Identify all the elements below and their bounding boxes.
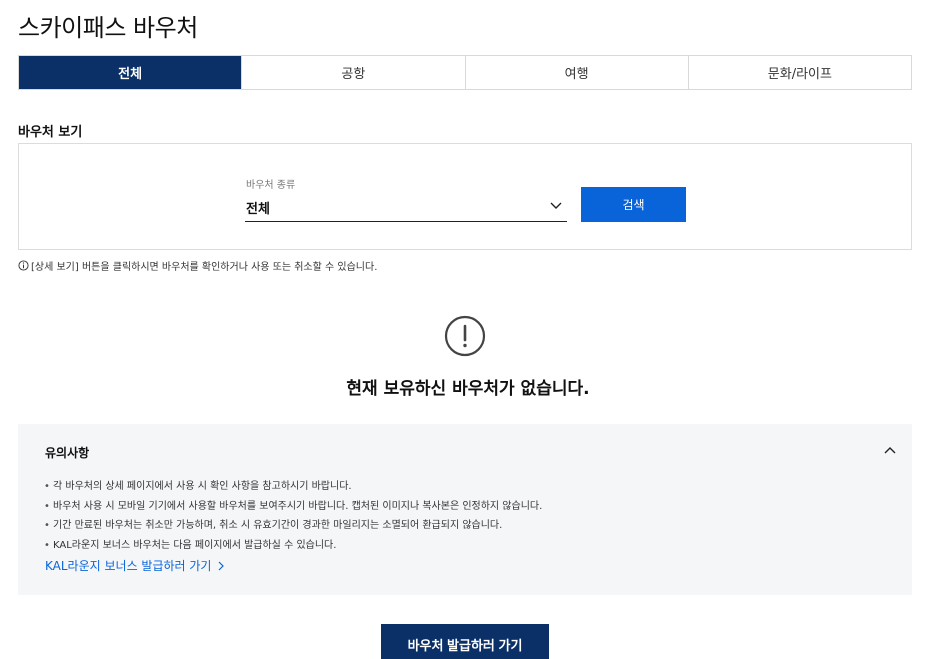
info-note: [상세 보기] 버튼을 클릭하시면 바우처를 확인하거나 사용 또는 취소할 수… [18,258,377,273]
tab-label: 전체 [118,67,143,82]
chevron-down-icon [550,202,562,209]
voucher-type-value: 전체 [246,202,270,217]
chevron-right-icon [219,561,225,570]
voucher-type-label: 바우처 종류 [246,180,296,191]
notice-list: 각 바우처의 상세 페이지에서 사용 시 확인 사항을 참고하시기 바랍니다. … [44,477,542,555]
tab-label: 여행 [564,67,589,82]
kal-lounge-bonus-link[interactable]: KAL라운지 보너스 발급하러 가기 [45,557,225,574]
tab-travel[interactable]: 여행 [464,56,688,89]
page-title: 스카이패스 바우처 [18,14,198,42]
voucher-search-panel: 바우처 종류 전체 검색 [18,143,912,250]
notice-item: 각 바우처의 상세 페이지에서 사용 시 확인 사항을 참고하시기 바랍니다. [44,477,542,497]
empty-state-message: 현재 보유하신 바우처가 없습니다. [346,379,590,399]
tab-label: 공항 [341,67,366,82]
notice-item: 기간 만료된 바우처는 취소만 가능하며, 취소 시 유효기간이 경과한 마일리… [44,516,542,536]
info-circle-icon [18,260,29,271]
issue-voucher-button[interactable]: 바우처 발급하러 가기 [381,624,549,659]
tab-label: 문화/라이프 [767,67,832,82]
tab-culture-life[interactable]: 문화/라이프 [687,56,911,89]
notice-panel: 유의사항 각 바우처의 상세 페이지에서 사용 시 확인 사항을 참고하시기 바… [18,424,912,595]
category-tabs: 전체 공항 여행 문화/라이프 [18,55,912,90]
chevron-up-icon[interactable] [882,442,898,458]
search-button[interactable]: 검색 [581,187,686,222]
info-note-text: [상세 보기] 버튼을 클릭하시면 바우처를 확인하거나 사용 또는 취소할 수… [31,262,378,273]
tab-all[interactable]: 전체 [19,56,242,89]
voucher-type-select[interactable]: 전체 [245,192,567,222]
notice-title: 유의사항 [45,446,90,460]
exclamation-circle-icon [444,315,486,357]
section-title-voucher-view: 바우처 보기 [18,125,83,140]
notice-item: 바우처 사용 시 모바일 기기에서 사용할 바우처를 보여주시기 바랍니다. 캡… [44,497,542,517]
notice-item: KAL라운지 보너스 바우처는 다음 페이지에서 발급하실 수 있습니다. [44,536,542,556]
tab-airport[interactable]: 공항 [241,56,465,89]
kal-lounge-bonus-link-label: KAL라운지 보너스 발급하러 가기 [45,559,212,573]
